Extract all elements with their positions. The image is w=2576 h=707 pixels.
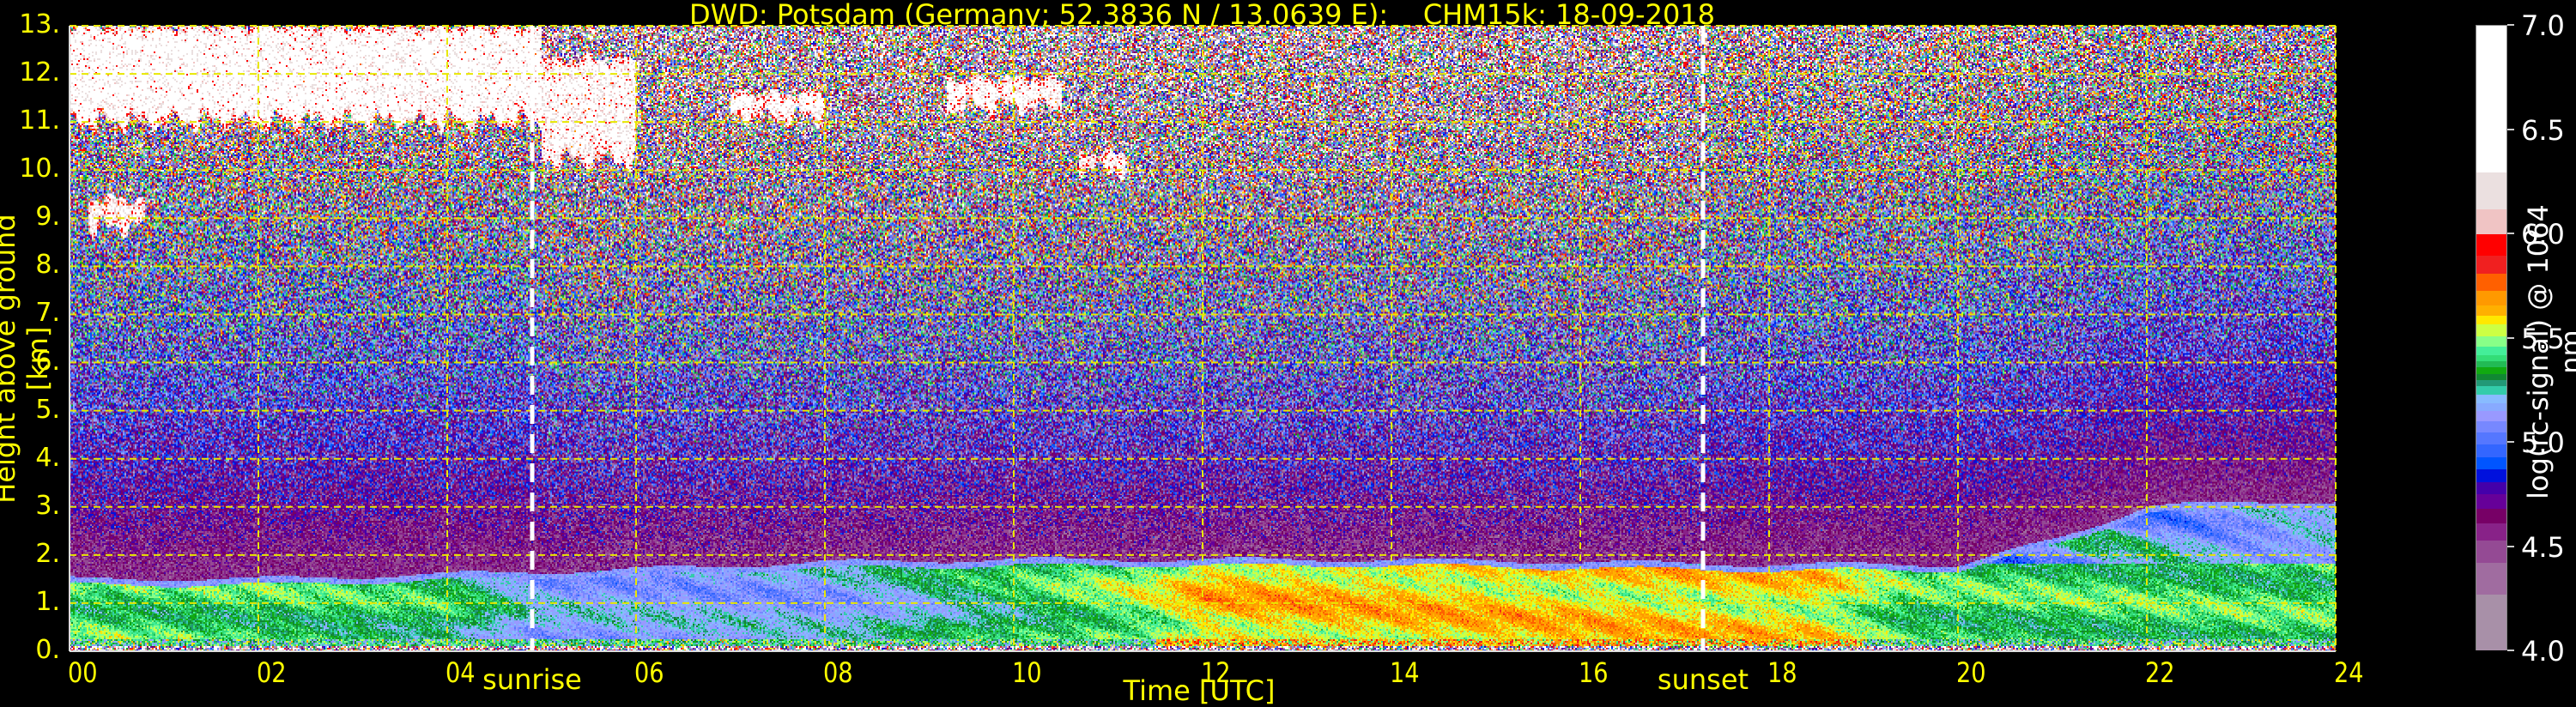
colorbar-band bbox=[2476, 378, 2506, 387]
y-tick-label: 5. bbox=[35, 394, 60, 425]
colorbar-tick bbox=[2507, 128, 2514, 130]
x-tick-label: 16 bbox=[1579, 656, 1609, 689]
colorbar-band bbox=[2476, 26, 2506, 172]
colorbar-band bbox=[2476, 480, 2506, 495]
x-tick-label: 12 bbox=[1201, 656, 1231, 689]
y-tick-label: 7. bbox=[35, 298, 60, 329]
y-tick-label: 8. bbox=[35, 250, 60, 281]
y-tick-label: 10. bbox=[19, 154, 60, 184]
colorbar bbox=[2476, 25, 2507, 650]
plot-area bbox=[69, 25, 2337, 652]
colorbar-band bbox=[2476, 431, 2506, 445]
y-tick-label: 11. bbox=[19, 106, 60, 136]
colorbar-tick-label: 4.5 bbox=[2521, 530, 2565, 564]
colorbar-band bbox=[2476, 539, 2506, 564]
colorbar-band bbox=[2476, 493, 2506, 510]
colorbar-band bbox=[2476, 385, 2506, 395]
x-tick-label: 10 bbox=[1012, 656, 1042, 689]
colorbar-tick bbox=[2507, 233, 2514, 234]
colorbar-tick-label: 7.0 bbox=[2521, 9, 2565, 42]
y-tick-label: 13. bbox=[19, 9, 60, 39]
y-tick-label: 3. bbox=[35, 490, 60, 521]
y-tick-label: 1. bbox=[35, 586, 60, 617]
colorbar-band bbox=[2476, 304, 2506, 316]
colorbar-tick-label: 4.0 bbox=[2521, 635, 2565, 668]
colorbar-band bbox=[2476, 593, 2506, 650]
colorbar-band bbox=[2476, 410, 2506, 422]
colorbar-band bbox=[2476, 562, 2506, 595]
colorbar-band bbox=[2476, 233, 2506, 256]
colorbar-band bbox=[2476, 420, 2506, 432]
colorbar-tick bbox=[2507, 24, 2514, 26]
x-tick-label: 08 bbox=[823, 656, 853, 689]
colorbar-band bbox=[2476, 273, 2506, 291]
colorbar-band bbox=[2476, 360, 2506, 368]
grid-overlay bbox=[69, 25, 2337, 652]
colorbar-band bbox=[2476, 468, 2506, 482]
colorbar-band bbox=[2476, 444, 2506, 457]
colorbar-band bbox=[2476, 346, 2506, 355]
colorbar-band bbox=[2476, 335, 2506, 347]
x-tick-label: 20 bbox=[1956, 656, 1986, 689]
y-tick-label: 12. bbox=[19, 57, 60, 88]
x-axis-label: Time [UTC] bbox=[1123, 674, 1276, 707]
colorbar-tick bbox=[2507, 650, 2514, 651]
colorbar-band bbox=[2476, 393, 2506, 403]
colorbar-band bbox=[2476, 366, 2506, 374]
colorbar-label: log(rc-signal) @ 1064 nm bbox=[2522, 204, 2576, 499]
colorbar-tick bbox=[2507, 336, 2514, 339]
colorbar-band bbox=[2476, 208, 2506, 235]
colorbar-band bbox=[2476, 289, 2506, 305]
y-tick-label: 2. bbox=[35, 538, 60, 569]
colorbar-tick bbox=[2507, 441, 2514, 443]
colorbar-tick-label: 6.5 bbox=[2521, 113, 2565, 147]
x-tick-label: 24 bbox=[2334, 656, 2364, 689]
x-tick-label: 14 bbox=[1390, 656, 1420, 689]
y-tick-label: 6. bbox=[35, 346, 60, 377]
y-tick-label: 9. bbox=[35, 202, 60, 233]
colorbar-band bbox=[2476, 402, 2506, 412]
colorbar-band bbox=[2476, 323, 2506, 337]
colorbar-tick bbox=[2507, 545, 2514, 547]
colorbar-band bbox=[2476, 354, 2506, 362]
y-tick-label: 4. bbox=[35, 442, 60, 473]
colorbar-band bbox=[2476, 508, 2506, 524]
colorbar-band bbox=[2476, 314, 2506, 324]
sunrise-label: sunrise bbox=[482, 663, 582, 696]
colorbar-band bbox=[2476, 254, 2506, 275]
x-tick-label: 02 bbox=[257, 656, 287, 689]
x-tick-label: 06 bbox=[634, 656, 664, 689]
sunset-label: sunset bbox=[1657, 663, 1749, 696]
x-tick-label: 22 bbox=[2145, 656, 2175, 689]
colorbar-band bbox=[2476, 372, 2506, 380]
y-tick-label: 0. bbox=[35, 635, 60, 665]
x-tick-label: 00 bbox=[68, 656, 98, 689]
colorbar-band bbox=[2476, 456, 2506, 470]
colorbar-band bbox=[2476, 171, 2506, 210]
colorbar-band bbox=[2476, 523, 2506, 541]
